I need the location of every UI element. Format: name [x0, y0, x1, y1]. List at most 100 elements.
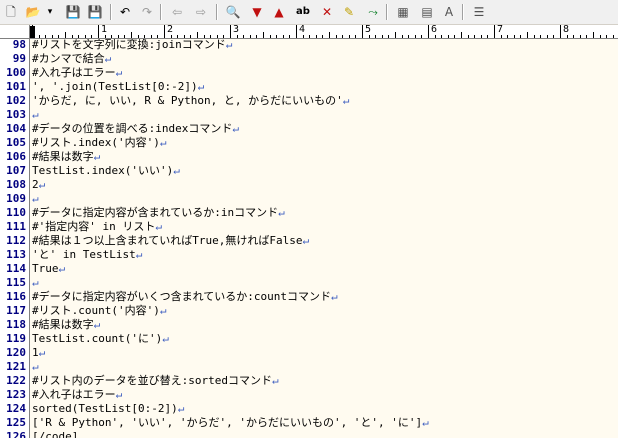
code-line[interactable]: #結果は数字↵: [32, 318, 100, 332]
ruler-label: 7: [497, 25, 504, 35]
newline-mark-icon: ↵: [232, 122, 239, 135]
ruler-tick: [375, 35, 377, 38]
outline-button[interactable]: ☰: [470, 3, 488, 21]
search-button[interactable]: 🔍: [224, 3, 242, 21]
undo-button[interactable]: ↶: [116, 3, 134, 21]
search-up-button[interactable]: ▲: [270, 3, 288, 21]
ruler-tick: [414, 35, 416, 38]
code-line[interactable]: True↵: [32, 262, 65, 276]
code-line[interactable]: ↵: [32, 108, 39, 122]
ruler-tick: [381, 35, 383, 38]
forward-button[interactable]: ⇨: [192, 3, 210, 21]
code-line[interactable]: 'と' in TestList↵: [32, 248, 142, 262]
settings-button[interactable]: ▦: [394, 3, 412, 21]
line-number: 113: [6, 248, 26, 261]
column-ruler[interactable]: 1 2 3 4 5 6 7 8: [30, 25, 618, 39]
code-line[interactable]: #入れ子はエラー↵: [32, 388, 122, 402]
line-number: 107: [6, 164, 26, 177]
code-line[interactable]: TestList.count('に')↵: [32, 332, 169, 346]
jump-button[interactable]: ⤳: [364, 3, 382, 21]
code-line[interactable]: 1↵: [32, 346, 45, 360]
ruler-tick: [210, 35, 212, 38]
replace-button[interactable]: ab: [294, 3, 312, 21]
ruler-tick: [487, 35, 489, 38]
code-line-text: 1: [32, 346, 39, 359]
code-line-text: [/code]: [32, 430, 79, 438]
open-folder-icon: 📂: [25, 5, 41, 19]
code-line[interactable]: #データに指定内容がいくつ含まれているか:countコマンド↵: [32, 290, 338, 304]
ruler-tick: [177, 35, 179, 38]
line-number: 124: [6, 402, 26, 415]
ruler-tick: [111, 35, 113, 38]
code-line[interactable]: #リスト.index('内容')↵: [32, 136, 166, 150]
clear-highlight-button[interactable]: ✕: [318, 3, 336, 21]
newline-mark-icon: ↵: [38, 178, 46, 191]
line-number: 111: [6, 220, 26, 233]
save-button[interactable]: 💾: [64, 3, 82, 21]
ruler-tick: [401, 35, 403, 38]
code-line[interactable]: #'指定内容' in リスト↵: [32, 220, 162, 234]
code-line[interactable]: ['R & Python', 'いい', 'からだ', 'からだにいいもの', …: [32, 416, 429, 430]
dropdown-arrow-button[interactable]: ▾: [45, 3, 55, 21]
open-folder-button[interactable]: 📂: [24, 3, 42, 21]
ruler-corner: [0, 25, 30, 39]
ruler-tick: [553, 35, 555, 38]
code-line[interactable]: [/code]: [32, 430, 78, 438]
code-line[interactable]: #結果は１つ以上含まれていればTrue,無ければFalse↵: [32, 234, 309, 248]
code-line[interactable]: ↵: [32, 360, 39, 374]
ruler-label: 2: [167, 25, 174, 35]
back-icon: ⇦: [171, 5, 183, 19]
code-line[interactable]: TestList.index('いい')↵: [32, 164, 180, 178]
ruler-tick: [546, 35, 548, 38]
code-line[interactable]: #データの位置を調べる:indexコマンド↵: [32, 122, 239, 136]
code-line[interactable]: #リスト内のデータを並び替え:sortedコマンド↵: [32, 374, 279, 388]
ruler-tick: [388, 35, 390, 38]
newline-mark-icon: ↵: [331, 290, 338, 303]
save-as-button[interactable]: 💾: [86, 3, 104, 21]
code-line-text: #結果は数字: [32, 318, 94, 331]
code-line[interactable]: 2↵: [32, 178, 45, 192]
code-line[interactable]: #リストを文字列に変換:joinコマンド↵: [32, 39, 232, 52]
code-line[interactable]: ↵: [32, 192, 39, 206]
toolbar: 🗋 📂 ▾ 💾 💾 ↶ ↷ ⇦ ⇨ 🔍 ▼ ▲ ab ✕ ✎ ⤳ ▦ ▤ A ☰: [0, 0, 618, 25]
search-down-button[interactable]: ▼: [248, 3, 266, 21]
back-button[interactable]: ⇦: [168, 3, 186, 21]
ruler-label: 6: [431, 25, 438, 35]
code-line-text: ['R & Python', 'いい', 'からだ', 'からだにいいもの', …: [32, 416, 423, 429]
ruler-tick: [494, 25, 495, 38]
ruler-tick: [368, 35, 370, 38]
code-line-text: 'からだ, に, いい, R & Python, と, からだにいいもの': [32, 94, 343, 107]
highlight-button[interactable]: ✎: [340, 3, 358, 21]
save-icon: 💾: [65, 5, 81, 19]
font-button[interactable]: A: [440, 3, 458, 21]
code-line[interactable]: sorted(TestList[0:-2])↵: [32, 402, 184, 416]
ruler-tick: [98, 25, 99, 38]
code-line[interactable]: 'からだ, に, いい, R & Python, と, からだにいいもの'↵: [32, 94, 349, 108]
code-line[interactable]: #結果は数字↵: [32, 150, 100, 164]
line-number: 112: [6, 234, 26, 247]
code-line-text: #リスト.index('内容'): [32, 136, 160, 149]
ruler-tick: [289, 35, 291, 38]
ruler-tick: [441, 35, 443, 38]
ruler-tick: [586, 35, 588, 38]
code-line[interactable]: ', '.join(TestList[0:-2])↵: [32, 80, 204, 94]
newline-mark-icon: ↵: [173, 164, 180, 177]
line-number: 98: [12, 39, 26, 51]
line-number: 122: [6, 374, 26, 387]
ruler-tick: [309, 35, 311, 38]
ruler-tick: [355, 35, 357, 38]
code-line[interactable]: ↵: [32, 276, 39, 290]
code-line[interactable]: #リスト.count('内容')↵: [32, 304, 166, 318]
newline-mark-icon: ↵: [422, 416, 429, 429]
ruler-label: 5: [365, 25, 372, 35]
code-line[interactable]: #データに指定内容が含まれているか:inコマンド↵: [32, 206, 285, 220]
redo-button[interactable]: ↷: [138, 3, 156, 21]
line-number-gutter[interactable]: 98 99 100 101 102 103 104 105 106 107 108 109 110 111…: [0, 39, 30, 438]
code-line[interactable]: #入れ子はエラー↵: [32, 66, 122, 80]
ruler-tick: [104, 35, 106, 38]
code-line-text: #データに指定内容がいくつ含まれているか:countコマンド: [32, 290, 332, 303]
type-settings-button[interactable]: ▤: [418, 3, 436, 21]
code-line[interactable]: #カンマで結合↵: [32, 52, 111, 66]
text-editor-area[interactable]: #リストを文字列に変換:joinコマンド↵ #カンマで結合↵ #入れ子はエラー↵ ',…: [30, 39, 618, 438]
new-file-button[interactable]: 🗋: [2, 3, 20, 21]
